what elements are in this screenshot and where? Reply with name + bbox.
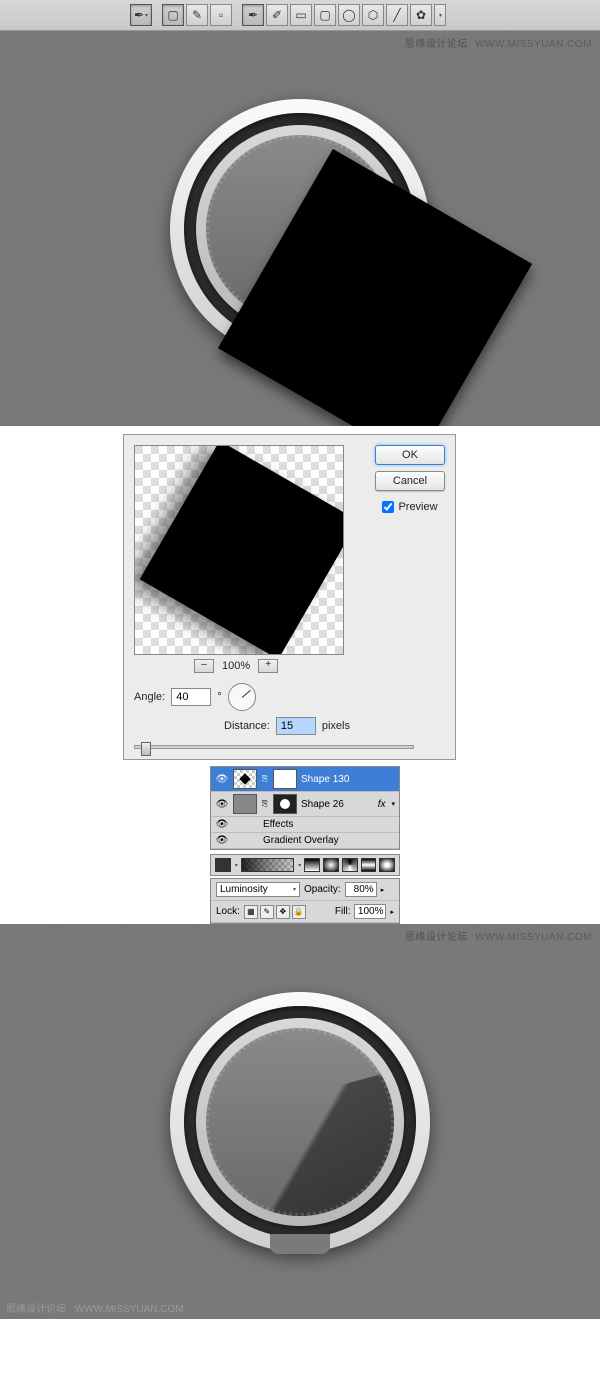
grad-linear-icon[interactable] — [304, 858, 320, 872]
opacity-label: Opacity: — [304, 884, 341, 895]
distance-unit: pixels — [322, 720, 350, 732]
distance-input[interactable] — [276, 717, 316, 735]
gradient-picker[interactable] — [241, 858, 295, 872]
ellipse-icon[interactable]: ◯ — [338, 4, 360, 26]
mask-thumb[interactable] — [273, 769, 297, 789]
preview-shape — [140, 445, 344, 655]
lock-all-icon[interactable]: 🔒 — [292, 905, 306, 919]
canvas-bottom: 思缘设计论坛 WWW.MISSYUAN.COM 思缘设计论坛 WWW.MISSY… — [0, 924, 600, 1319]
polygon-icon[interactable]: ⬡ — [362, 4, 384, 26]
visibility-icon[interactable]: 👁 — [215, 835, 229, 846]
ok-button[interactable]: OK — [375, 445, 445, 465]
angle-dial[interactable] — [228, 683, 256, 711]
options-bar: ✒▾ ▢ ✎ ▫ ✒ ✐ ▭ ▢ ◯ ⬡ ╱ ✿ ▾ — [0, 0, 600, 31]
lock-pixels-icon[interactable]: ✎ — [260, 905, 274, 919]
shape-options-dropdown[interactable]: ▾ — [434, 4, 446, 26]
opacity-slider-icon[interactable]: ▸ — [381, 886, 385, 894]
layer-options-panel: Luminosity ▾ Opacity: ▸ Lock: ▦ ✎ ✥ 🔒 Fi… — [210, 878, 400, 924]
gradient-overlay-row[interactable]: 👁 Gradient Overlay — [211, 833, 399, 849]
motion-blur-dialog: OK Cancel Preview – 100% + Angle: ° Dist… — [123, 434, 456, 760]
pen-tool-icon[interactable]: ✒▾ — [130, 4, 152, 26]
angle-label: Angle: — [134, 691, 165, 703]
visibility-icon[interactable]: 👁 — [215, 774, 229, 785]
fill-input[interactable] — [354, 904, 386, 919]
layer-thumb[interactable] — [233, 769, 257, 789]
fx-toggle-icon[interactable]: ▾ — [391, 800, 395, 808]
lock-buttons: ▦ ✎ ✥ 🔒 — [244, 905, 306, 919]
fx-badge[interactable]: fx — [378, 799, 386, 810]
canvas-top: 思缘设计论坛 WWW.MISSYUAN.COM — [0, 31, 600, 426]
link-icon: ⎘ — [261, 774, 269, 784]
dialog-preview[interactable] — [134, 445, 344, 655]
watermark-bottom-left: 思缘设计论坛 WWW.MISSYUAN.COM — [6, 1300, 184, 1315]
grad-reflected-icon[interactable] — [361, 858, 377, 872]
zoom-value: 100% — [222, 660, 250, 672]
preview-checkbox[interactable] — [382, 501, 394, 513]
grad-diamond-icon[interactable] — [379, 858, 395, 872]
preview-label: Preview — [398, 501, 437, 513]
blend-mode-select[interactable]: Luminosity ▾ — [216, 882, 300, 897]
gradient-options-bar: ▾ ▾ — [210, 854, 400, 876]
rectangle-icon[interactable]: ▭ — [290, 4, 312, 26]
line-icon[interactable]: ╱ — [386, 4, 408, 26]
lock-position-icon[interactable]: ✥ — [276, 905, 290, 919]
distance-label: Distance: — [224, 720, 270, 732]
foreground-swatch[interactable] — [215, 858, 231, 872]
fill-slider-icon[interactable]: ▸ — [390, 908, 394, 916]
swatch-dropdown[interactable]: ▾ — [235, 862, 238, 869]
gradient-dropdown[interactable]: ▾ — [298, 862, 301, 869]
watermark-bottom-right: 思缘设计论坛 WWW.MISSYUAN.COM — [405, 928, 592, 943]
visibility-icon[interactable]: 👁 — [215, 819, 229, 830]
freeform-pen-icon[interactable]: ✐ — [266, 4, 288, 26]
angle-unit: ° — [217, 691, 221, 703]
paths-icon[interactable]: ✎ — [186, 4, 208, 26]
layer-shape-130[interactable]: 👁 ⎘ Shape 130 — [211, 767, 399, 792]
grad-angle-icon[interactable] — [342, 858, 358, 872]
watermark-top: 思缘设计论坛 WWW.MISSYUAN.COM — [405, 35, 592, 50]
effects-label: Effects — [263, 819, 293, 830]
gradient-overlay-label: Gradient Overlay — [263, 835, 339, 846]
fill-label: Fill: — [335, 906, 351, 917]
layer-name: Shape 130 — [301, 774, 349, 785]
preview-checkbox-row[interactable]: Preview — [382, 501, 437, 513]
pen-icon[interactable]: ✒ — [242, 4, 264, 26]
shape-layers-icon[interactable]: ▢ — [162, 4, 184, 26]
zoom-out-button[interactable]: – — [194, 659, 214, 673]
visibility-icon[interactable]: 👁 — [215, 799, 229, 810]
layer-thumb[interactable] — [233, 794, 257, 814]
fill-pixels-icon[interactable]: ▫ — [210, 4, 232, 26]
zoom-in-button[interactable]: + — [258, 659, 278, 673]
link-icon: ⎘ — [261, 799, 269, 809]
opacity-input[interactable] — [345, 882, 377, 897]
distance-slider[interactable] — [134, 745, 414, 749]
effects-row[interactable]: 👁 Effects — [211, 817, 399, 833]
knob-artwork-result — [170, 992, 430, 1252]
mask-thumb[interactable] — [273, 794, 297, 814]
layers-panel: 👁 ⎘ Shape 130 👁 ⎘ Shape 26 fx ▾ 👁 Effect… — [210, 766, 400, 850]
lock-transparency-icon[interactable]: ▦ — [244, 905, 258, 919]
layer-shape-26[interactable]: 👁 ⎘ Shape 26 fx ▾ — [211, 792, 399, 817]
lock-label: Lock: — [216, 906, 240, 917]
grad-radial-icon[interactable] — [323, 858, 339, 872]
custom-shape-icon[interactable]: ✿ — [410, 4, 432, 26]
layer-name: Shape 26 — [301, 799, 344, 810]
rounded-rect-icon[interactable]: ▢ — [314, 4, 336, 26]
angle-input[interactable] — [171, 688, 211, 706]
cancel-button[interactable]: Cancel — [375, 471, 445, 491]
